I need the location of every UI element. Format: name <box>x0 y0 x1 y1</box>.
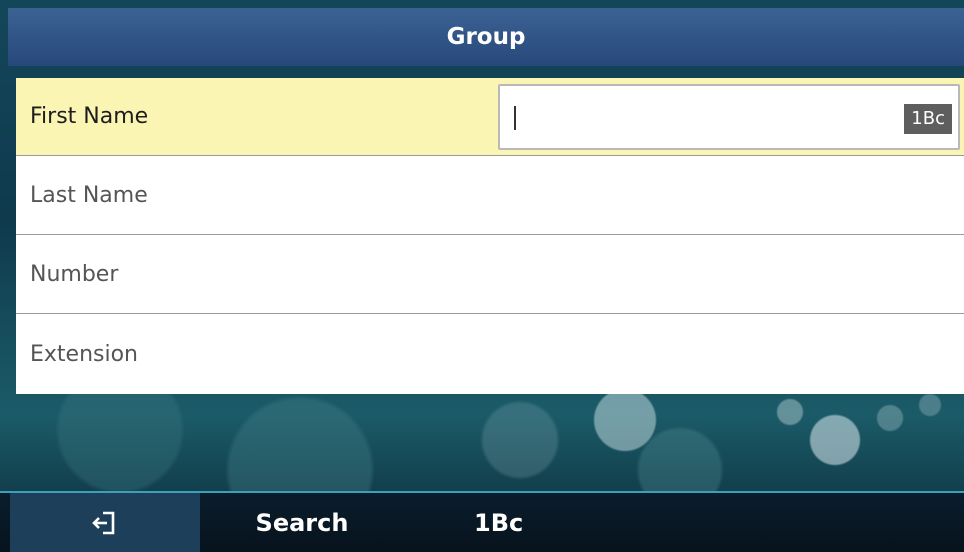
page-title: Group <box>446 24 526 50</box>
contact-form: First Name 1Bc Last Name Number Extensio… <box>16 78 964 394</box>
title-bar: Group <box>8 8 964 66</box>
extension-row[interactable]: Extension <box>16 315 964 393</box>
last-name-label: Last Name <box>30 183 148 208</box>
input-mode-badge: 1Bc <box>904 104 952 134</box>
first-name-label: First Name <box>30 104 149 129</box>
search-softkey[interactable]: Search <box>200 493 404 552</box>
input-mode-softkey-label: 1Bc <box>474 508 524 537</box>
first-name-row[interactable]: First Name 1Bc <box>16 78 964 156</box>
back-arrow-icon <box>92 511 115 534</box>
softkey-bar: Search 1Bc <box>0 491 964 552</box>
number-label: Number <box>30 262 119 287</box>
first-name-input[interactable]: 1Bc <box>498 84 960 150</box>
number-row[interactable]: Number <box>16 236 964 314</box>
extension-label: Extension <box>30 341 139 367</box>
search-softkey-label: Search <box>255 508 349 537</box>
input-mode-softkey[interactable]: 1Bc <box>404 493 572 552</box>
back-softkey[interactable] <box>10 493 200 552</box>
last-name-row[interactable]: Last Name <box>16 157 964 235</box>
text-cursor <box>514 106 516 130</box>
